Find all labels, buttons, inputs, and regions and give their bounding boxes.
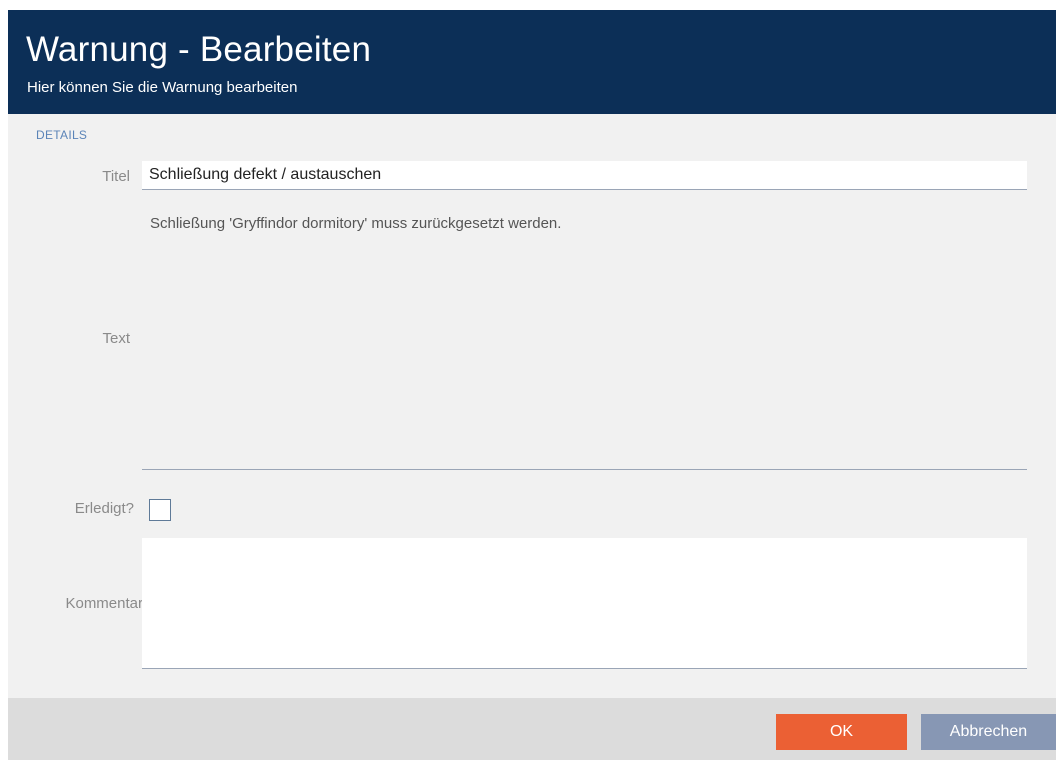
ok-button[interactable]: OK	[776, 714, 907, 750]
done-checkbox[interactable]	[149, 499, 171, 521]
dialog-title: Warnung - Bearbeiten	[26, 30, 372, 69]
text-value: Schließung 'Gryffindor dormitory' muss z…	[150, 215, 562, 232]
title-label: Titel	[102, 168, 130, 185]
text-field: Schließung 'Gryffindor dormitory' muss z…	[142, 208, 1027, 470]
text-label: Text	[102, 330, 130, 347]
edit-warning-dialog: Warnung - Bearbeiten Hier können Sie die…	[8, 10, 1056, 760]
dialog-subtitle: Hier können Sie die Warnung bearbeiten	[27, 79, 298, 96]
cancel-button[interactable]: Abbrechen	[921, 714, 1056, 750]
dialog-header: Warnung - Bearbeiten Hier können Sie die…	[8, 10, 1056, 114]
details-section-label: DETAILS	[36, 128, 88, 142]
dialog-footer: OK Abbrechen	[8, 698, 1056, 760]
title-input[interactable]	[142, 161, 1027, 190]
comment-label: Kommentar	[65, 595, 143, 612]
comment-input[interactable]	[142, 538, 1027, 669]
done-label: Erledigt?	[74, 500, 134, 517]
